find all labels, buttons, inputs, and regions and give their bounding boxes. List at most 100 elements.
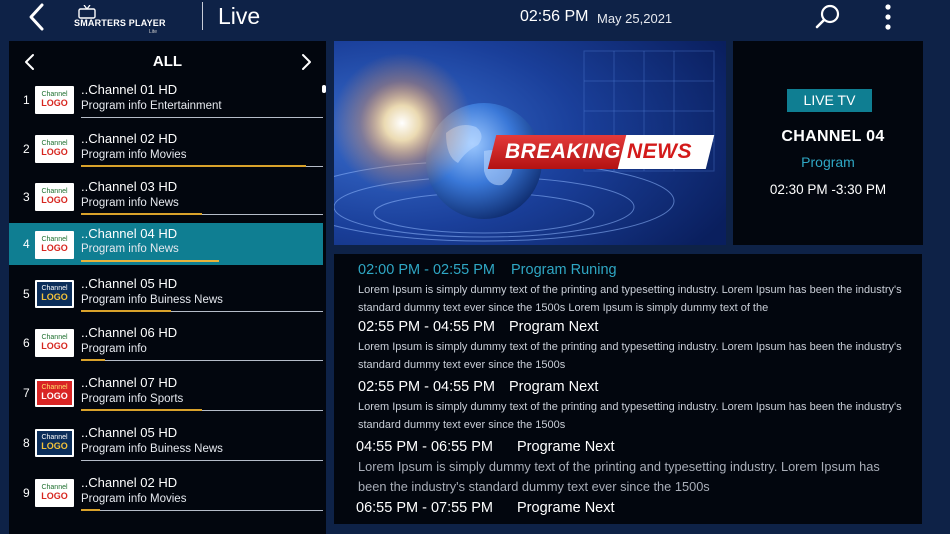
now-playing-time: 02:30 PM -3:30 PM — [769, 182, 887, 197]
channel-number: 6 — [23, 335, 30, 350]
channel-progress-track — [81, 508, 323, 511]
channel-name: ..Channel 04 HD — [81, 225, 178, 241]
epg-description: Lorem Ipsum is simply dummy text of the … — [358, 341, 902, 371]
clock-time: 02:56 PM — [520, 8, 589, 25]
epg-panel: 02:00 PM - 02:55 PM Program Runing Lorem I… — [334, 254, 922, 524]
channel-row[interactable]: 1 Channel LOGO ..Channel 01 HD Program info … — [9, 81, 323, 121]
channel-logo-line2: LOGO — [41, 390, 68, 401]
channel-number: 3 — [23, 190, 30, 204]
channel-program-info: Program info Movies — [81, 492, 187, 505]
epg-time: 02:00 PM - 02:55 PM — [358, 262, 496, 278]
channel-program-info: Program info Movies — [81, 148, 187, 161]
more-options-button[interactable] — [880, 3, 896, 31]
channel-number: 8 — [23, 435, 30, 450]
channel-logo: Channel LOGO — [35, 328, 74, 357]
channel-name: ..Channel 05 HD — [81, 276, 178, 291]
epg-description: Lorem Ipsum is simply dummy text of the … — [358, 284, 902, 314]
channel-name: ..Channel 06 HD — [81, 324, 178, 340]
search-icon — [815, 4, 840, 29]
channel-logo: Channel LOGO — [35, 428, 74, 457]
channel-logo-line2: LOGO — [41, 195, 68, 205]
epg-program-title[interactable]: Program Next — [509, 319, 598, 335]
channel-program-info: Program info News — [81, 197, 179, 209]
channel-logo-line2: LOGO — [41, 490, 68, 501]
channel-progress-fill — [81, 408, 202, 411]
now-playing-channel: CHANNEL 04 — [781, 128, 885, 145]
channel-progress-fill — [81, 358, 106, 361]
brand-edition: Lite — [149, 29, 158, 35]
channel-progress-fill — [81, 310, 171, 312]
channel-name: ..Channel 02 HD — [81, 474, 178, 490]
channel-logo: Channel LOGO — [35, 280, 74, 308]
video-player[interactable]: BREAKING NEWS — [334, 41, 726, 245]
channel-logo: Channel LOGO — [35, 378, 74, 407]
epg-program-title[interactable]: Programe Next — [517, 439, 615, 455]
channel-progress-track — [81, 259, 323, 262]
channel-number: 4 — [23, 236, 30, 251]
channel-name: ..Channel 02 HD — [81, 130, 178, 146]
top-bar: SMARTERS PLAYER Lite Live 02:56 PM May 2… — [0, 0, 950, 36]
channel-progress-track — [81, 117, 323, 118]
epg-description: Lorem Ipsum is simply dummy text of the … — [358, 401, 902, 431]
channel-row[interactable]: 3 Channel LOGO ..Channel 03 HD Program info … — [9, 178, 323, 218]
channel-progress-fill — [81, 164, 307, 167]
channel-name: ..Channel 05 HD — [81, 424, 178, 440]
back-button[interactable] — [26, 2, 52, 32]
clock-date: May 25,2021 — [597, 11, 673, 26]
channel-row[interactable]: 5 Channel LOGO ..Channel 05 HD Program info … — [9, 275, 323, 315]
channel-row[interactable]: 2 Channel LOGO ..Channel 02 HD Program info … — [9, 130, 323, 170]
channel-number: 7 — [23, 385, 30, 400]
now-playing-panel: LIVE TV CHANNEL 04 Program 02:30 PM -3:3… — [733, 41, 923, 245]
channel-program-info: Program info — [81, 342, 147, 355]
brand-name: SMARTERS PLAYER — [74, 18, 166, 28]
channel-number: 1 — [23, 93, 30, 107]
chevron-left-icon — [29, 3, 44, 31]
channel-program-info: Program info Buiness News — [81, 442, 223, 455]
live-tv-badge: LIVE TV — [787, 89, 872, 112]
epg-description: Lorem Ipsum is simply dummy text of the … — [358, 459, 880, 494]
chevron-right-icon — [302, 54, 311, 70]
channel-progress-track — [81, 408, 323, 411]
epg-program-title[interactable]: Program Runing — [511, 262, 617, 278]
search-button[interactable] — [815, 4, 841, 30]
channel-progress-fill — [81, 508, 101, 511]
channel-row[interactable]: 4 Channel LOGO ..Channel 04 HD Program info … — [9, 222, 323, 265]
channel-progress-track — [81, 459, 323, 461]
channel-logo-line2: LOGO — [41, 242, 68, 253]
channel-list-panel: ALL 1 Channel LOGO ..Channel 01 HD Program i… — [9, 41, 326, 534]
channel-name: ..Channel 03 HD — [81, 179, 178, 194]
epg-time: 04:55 PM - 06:55 PM — [356, 439, 494, 455]
app-logo: SMARTERS PLAYER Lite — [74, 5, 174, 35]
banner-news-text: NEWS — [627, 140, 692, 163]
channel-progress-track — [81, 213, 323, 215]
channel-row[interactable]: 9 Channel LOGO ..Channel 02 HD Program info … — [9, 474, 323, 514]
category-title: ALL — [152, 53, 183, 70]
page-title: Live — [218, 3, 261, 29]
channel-progress-track — [81, 310, 323, 312]
channel-program-info: Program info Sports — [81, 392, 184, 405]
channel-progress-fill — [81, 259, 219, 262]
channel-row[interactable]: 8 Channel LOGO ..Channel 05 HD Program info … — [9, 424, 323, 464]
channel-program-info: Program info Entertainment — [81, 100, 222, 112]
channel-number: 9 — [23, 485, 30, 500]
channel-logo: Channel LOGO — [35, 478, 74, 507]
epg-time: 06:55 PM - 07:55 PM — [356, 500, 494, 516]
channel-logo-line2: LOGO — [41, 440, 68, 451]
channel-logo: Channel LOGO — [35, 183, 74, 211]
channel-number: 2 — [23, 141, 30, 156]
channel-row[interactable]: 6 Channel LOGO ..Channel 06 HD Program info — [9, 324, 323, 364]
epg-program-title[interactable]: Program Next — [509, 379, 598, 395]
channel-row[interactable]: 7 Channel LOGO ..Channel 07 HD Program info … — [9, 374, 323, 414]
tv-icon — [78, 5, 96, 19]
epg-time: 02:55 PM - 04:55 PM — [358, 319, 496, 335]
header-divider — [202, 2, 203, 30]
category-next-button[interactable] — [299, 53, 313, 71]
channel-name: ..Channel 01 HD — [81, 82, 178, 97]
epg-program-title[interactable]: Programe Next — [517, 500, 615, 516]
epg-time: 02:55 PM - 04:55 PM — [358, 379, 496, 395]
channel-number: 5 — [23, 287, 30, 301]
channel-progress-fill — [81, 213, 202, 215]
channel-progress-track — [81, 164, 323, 167]
more-vertical-icon — [885, 4, 891, 30]
channel-logo-line2: LOGO — [41, 98, 68, 108]
